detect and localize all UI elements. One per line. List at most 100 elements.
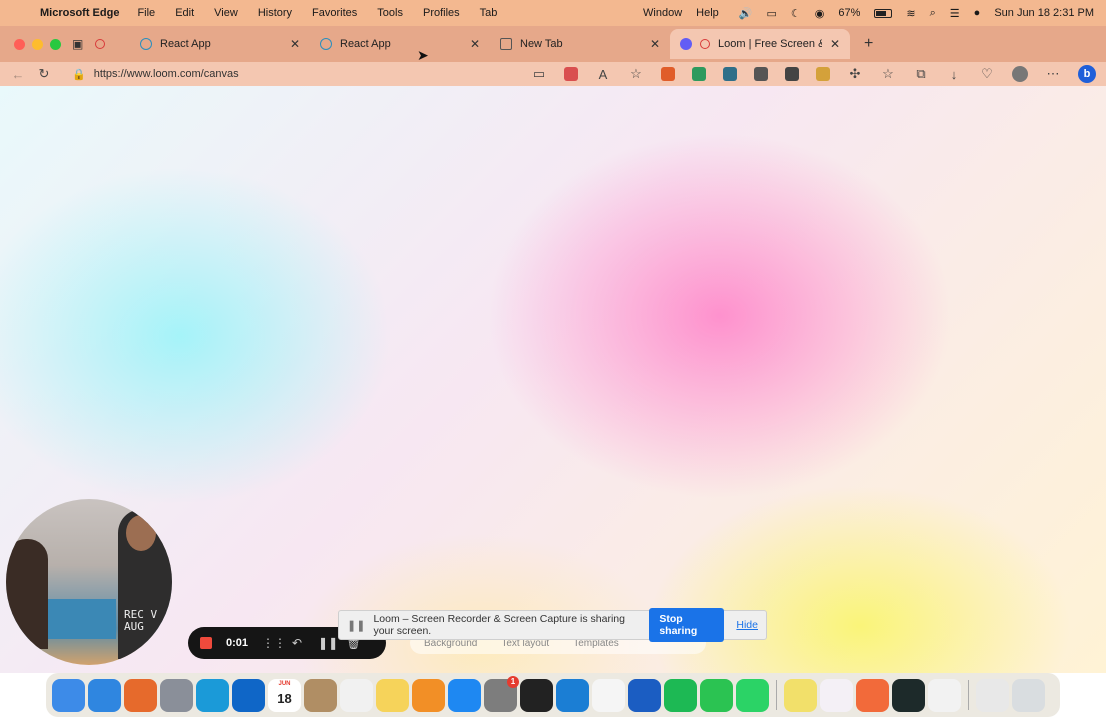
tab-react-app-2[interactable]: React App ✕ <box>310 29 490 59</box>
tab-title: Loom | Free Screen & Vid <box>718 38 822 50</box>
menu-help[interactable]: Help <box>696 7 719 19</box>
read-aloud-icon[interactable]: A <box>595 67 611 82</box>
dock-firefox-icon[interactable] <box>124 678 157 712</box>
tab-react-app-1[interactable]: React App ✕ <box>130 29 310 59</box>
screen-mirroring-icon[interactable]: ▭ <box>766 7 776 20</box>
extension-icon-2[interactable] <box>692 67 706 81</box>
dock-pages-icon[interactable] <box>412 678 445 712</box>
address-bar[interactable]: 🔒 https://www.loom.com/canvas <box>72 68 472 81</box>
tab-title: New Tab <box>520 38 563 50</box>
tab-loom[interactable]: Loom | Free Screen & Vid ✕ <box>670 29 850 59</box>
downloads-icon[interactable]: ↓ <box>946 67 962 82</box>
extensions-puzzle-icon[interactable]: ✣ <box>847 66 863 82</box>
dock-safari-icon[interactable] <box>88 678 121 712</box>
focus-moon-icon[interactable]: ☾ <box>791 7 801 20</box>
stop-sharing-button[interactable]: Stop sharing <box>649 608 725 642</box>
menu-tab[interactable]: Tab <box>480 7 498 19</box>
collections-icon[interactable]: ⧉ <box>913 66 929 82</box>
dock-terminal-icon[interactable] <box>520 678 553 712</box>
new-tab-button[interactable]: + <box>864 35 873 53</box>
favorites-icon[interactable]: ☆ <box>880 66 896 82</box>
restart-icon[interactable]: ↶ <box>290 636 304 650</box>
spotlight-search-icon[interactable]: ⌕ <box>930 7 936 20</box>
dock-slack-icon[interactable] <box>820 678 853 712</box>
dock-reminders-icon[interactable] <box>340 678 373 712</box>
menu-edit[interactable]: Edit <box>175 7 194 19</box>
recording-timer: 0:01 <box>226 637 249 649</box>
bing-copilot-icon[interactable]: b <box>1078 65 1096 83</box>
stop-recording-button[interactable] <box>200 637 212 649</box>
dock-system-settings-icon[interactable]: 1 <box>484 675 519 712</box>
camera-blocked-icon[interactable]: ▭ <box>531 66 547 82</box>
webcam-face <box>126 515 156 551</box>
minimize-window-button[interactable] <box>32 38 43 50</box>
menu-view[interactable]: View <box>214 7 238 19</box>
menu-profiles[interactable]: Profiles <box>423 7 460 19</box>
dock-notion-icon[interactable] <box>592 678 625 712</box>
tracking-prevention-icon[interactable] <box>564 67 578 81</box>
webcam-bubble[interactable]: REC V AUG <box>6 499 172 665</box>
tab-title: React App <box>160 38 211 50</box>
tab-new-tab[interactable]: New Tab ✕ <box>490 29 670 59</box>
notification-badge: 1 <box>507 675 519 688</box>
dock-activity-monitor-icon[interactable] <box>892 678 925 712</box>
dock-spotify-icon[interactable] <box>664 678 697 712</box>
url-text[interactable]: https://www.loom.com/canvas <box>94 68 239 80</box>
dock-outlook-icon[interactable] <box>232 678 265 712</box>
dock-launchpad-icon[interactable] <box>160 678 193 712</box>
dock-contacts-icon[interactable] <box>304 678 337 712</box>
battery-icon[interactable] <box>874 8 893 18</box>
pause-icon[interactable]: ❚❚ <box>318 636 338 650</box>
wifi-icon[interactable]: ≋ <box>906 7 915 20</box>
menu-history[interactable]: History <box>258 7 292 19</box>
close-window-button[interactable] <box>14 38 25 50</box>
dock-calendar-icon[interactable]: JUN 18 <box>268 678 301 712</box>
dock-vscode-icon[interactable] <box>556 678 589 712</box>
grid-icon[interactable]: ⋮⋮ <box>262 636 286 650</box>
profile-avatar[interactable] <box>1012 66 1028 82</box>
close-icon[interactable]: ✕ <box>290 37 300 51</box>
tab-actions-icon[interactable]: ▣ <box>72 37 83 51</box>
volume-icon[interactable]: 🔊 <box>739 7 753 20</box>
app-name-menu[interactable]: Microsoft Edge <box>40 7 119 19</box>
menu-window[interactable]: Window <box>643 7 682 19</box>
dock-app-store-icon[interactable] <box>448 678 481 712</box>
extension-icon-4[interactable] <box>754 67 768 81</box>
dock-stickies-icon[interactable] <box>784 678 817 712</box>
dock-separator <box>776 680 777 710</box>
extension-icon-6[interactable] <box>816 67 830 81</box>
control-center-icon[interactable]: ☰ <box>950 7 960 20</box>
dock-trash-icon[interactable] <box>1012 678 1045 712</box>
menubar-clock[interactable]: Sun Jun 18 2:31 PM <box>994 7 1094 19</box>
dock-facetime-icon[interactable] <box>700 678 733 712</box>
menu-tools[interactable]: Tools <box>377 7 403 19</box>
menu-favorites[interactable]: Favorites <box>312 7 357 19</box>
dock-word-icon[interactable] <box>628 678 661 712</box>
lock-icon[interactable]: 🔒 <box>72 68 86 81</box>
screen-sharing-banner: ❚❚ Loom – Screen Recorder & Screen Captu… <box>338 608 767 642</box>
hide-banner-button[interactable]: Hide <box>736 619 758 631</box>
dock-notes-icon[interactable] <box>376 678 409 712</box>
siri-icon[interactable]: ● <box>974 7 981 19</box>
close-icon[interactable]: ✕ <box>470 37 480 51</box>
menu-file[interactable]: File <box>137 7 155 19</box>
close-icon[interactable]: ✕ <box>830 37 840 51</box>
dock-edge-icon[interactable] <box>196 678 229 712</box>
fullscreen-window-button[interactable] <box>50 38 61 50</box>
react-devtools-icon[interactable] <box>723 67 737 81</box>
more-options-icon[interactable]: ⋯ <box>1045 66 1061 82</box>
back-icon[interactable]: ← <box>10 67 26 82</box>
close-icon[interactable]: ✕ <box>650 37 660 51</box>
extension-icon-1[interactable] <box>661 67 675 81</box>
dock-postman-icon[interactable] <box>856 678 889 712</box>
refresh-icon[interactable]: ↻ <box>36 66 52 82</box>
drag-handle-icon[interactable]: ❚❚ <box>347 619 365 632</box>
favorite-star-icon[interactable]: ☆ <box>628 66 644 82</box>
dock-downloads-icon[interactable] <box>976 678 1009 712</box>
extension-icon-5[interactable] <box>785 67 799 81</box>
dock-finder-icon[interactable] <box>52 678 85 712</box>
dock-whatsapp-icon[interactable] <box>736 678 769 712</box>
dock-textedit-icon[interactable] <box>928 678 961 712</box>
performance-icon[interactable]: ♡ <box>979 66 995 82</box>
voice-control-icon[interactable]: ◉ <box>815 7 825 20</box>
